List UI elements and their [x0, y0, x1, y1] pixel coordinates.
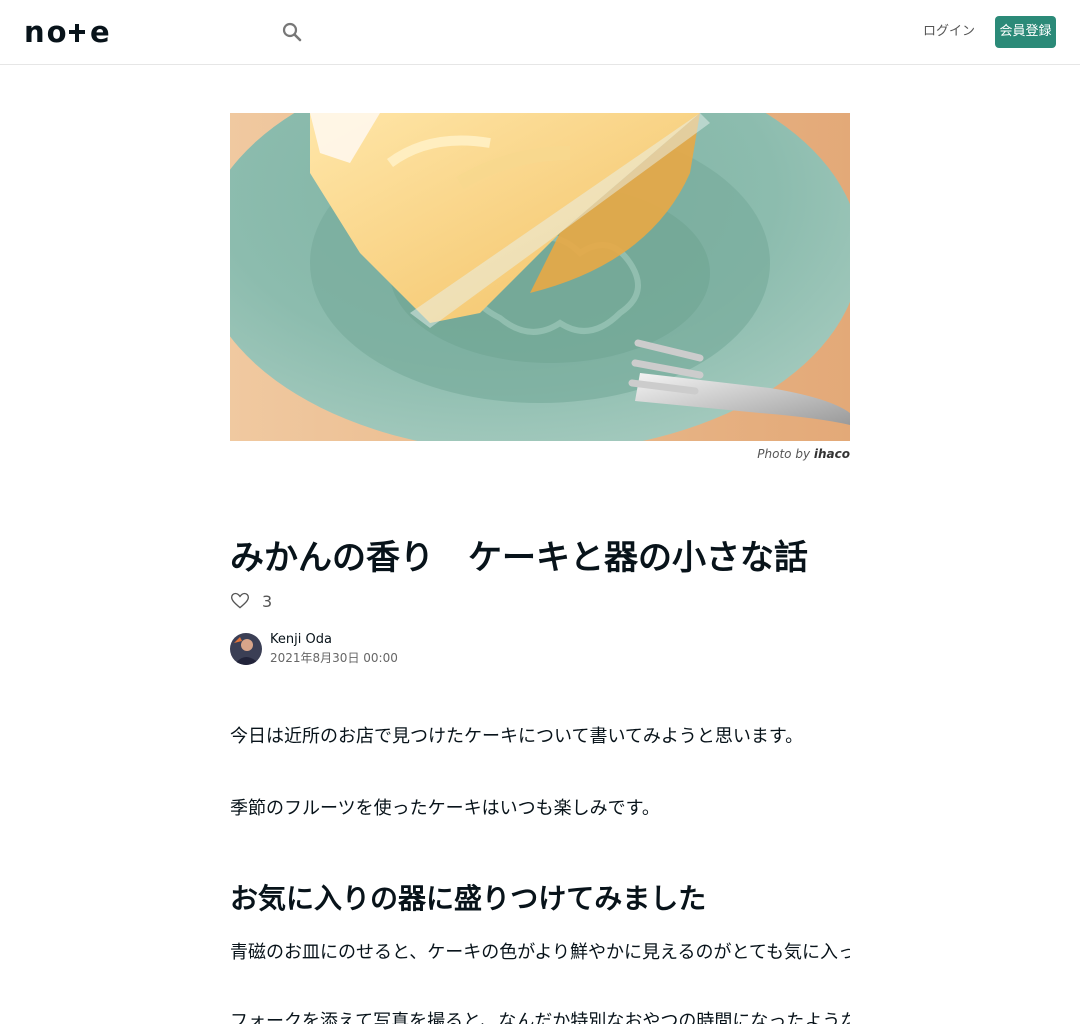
svg-text:no: no: [24, 18, 69, 46]
global-header: no e ログイン 会員登録: [0, 0, 1080, 65]
login-button[interactable]: ログイン: [918, 16, 980, 48]
note-logo[interactable]: no e: [24, 18, 124, 46]
like-area: 3: [230, 590, 272, 612]
article-paragraph: 季節のフルーツを使ったケーキはいつも楽しみです。: [230, 798, 660, 819]
eyecatch-image: [230, 113, 850, 441]
avatar[interactable]: [230, 633, 262, 665]
heart-icon[interactable]: [230, 591, 250, 611]
photo-credit: Photo by ihaco: [230, 447, 850, 461]
article-paragraph: 今日は近所のお店で見つけたケーキについて書いてみようと思います。: [230, 726, 804, 747]
photo-credit-name[interactable]: ihaco: [814, 447, 850, 461]
signup-button[interactable]: 会員登録: [995, 16, 1056, 48]
author-name[interactable]: Kenji Oda: [270, 631, 398, 649]
svg-text:e: e: [90, 18, 110, 46]
photo-credit-prefix: Photo by: [757, 447, 811, 461]
article-title: みかんの香り ケーキと器の小さな話: [230, 538, 808, 578]
search-icon[interactable]: [280, 20, 304, 44]
publish-date: 2021年8月30日 00:00: [270, 651, 398, 665]
like-count: 3: [262, 591, 273, 611]
article-paragraph: 青磁のお皿にのせると、ケーキの色がより鮮やかに見えるのがとても気に入っています。: [230, 942, 850, 963]
author-info: Kenji Oda 2021年8月30日 00:00: [230, 631, 398, 667]
article-heading: お気に入りの器に盛りつけてみました: [230, 882, 707, 915]
article-paragraph: フォークを添えて写真を撮ると、なんだか特別なおやつの時間になったような気がして、…: [230, 1011, 850, 1024]
